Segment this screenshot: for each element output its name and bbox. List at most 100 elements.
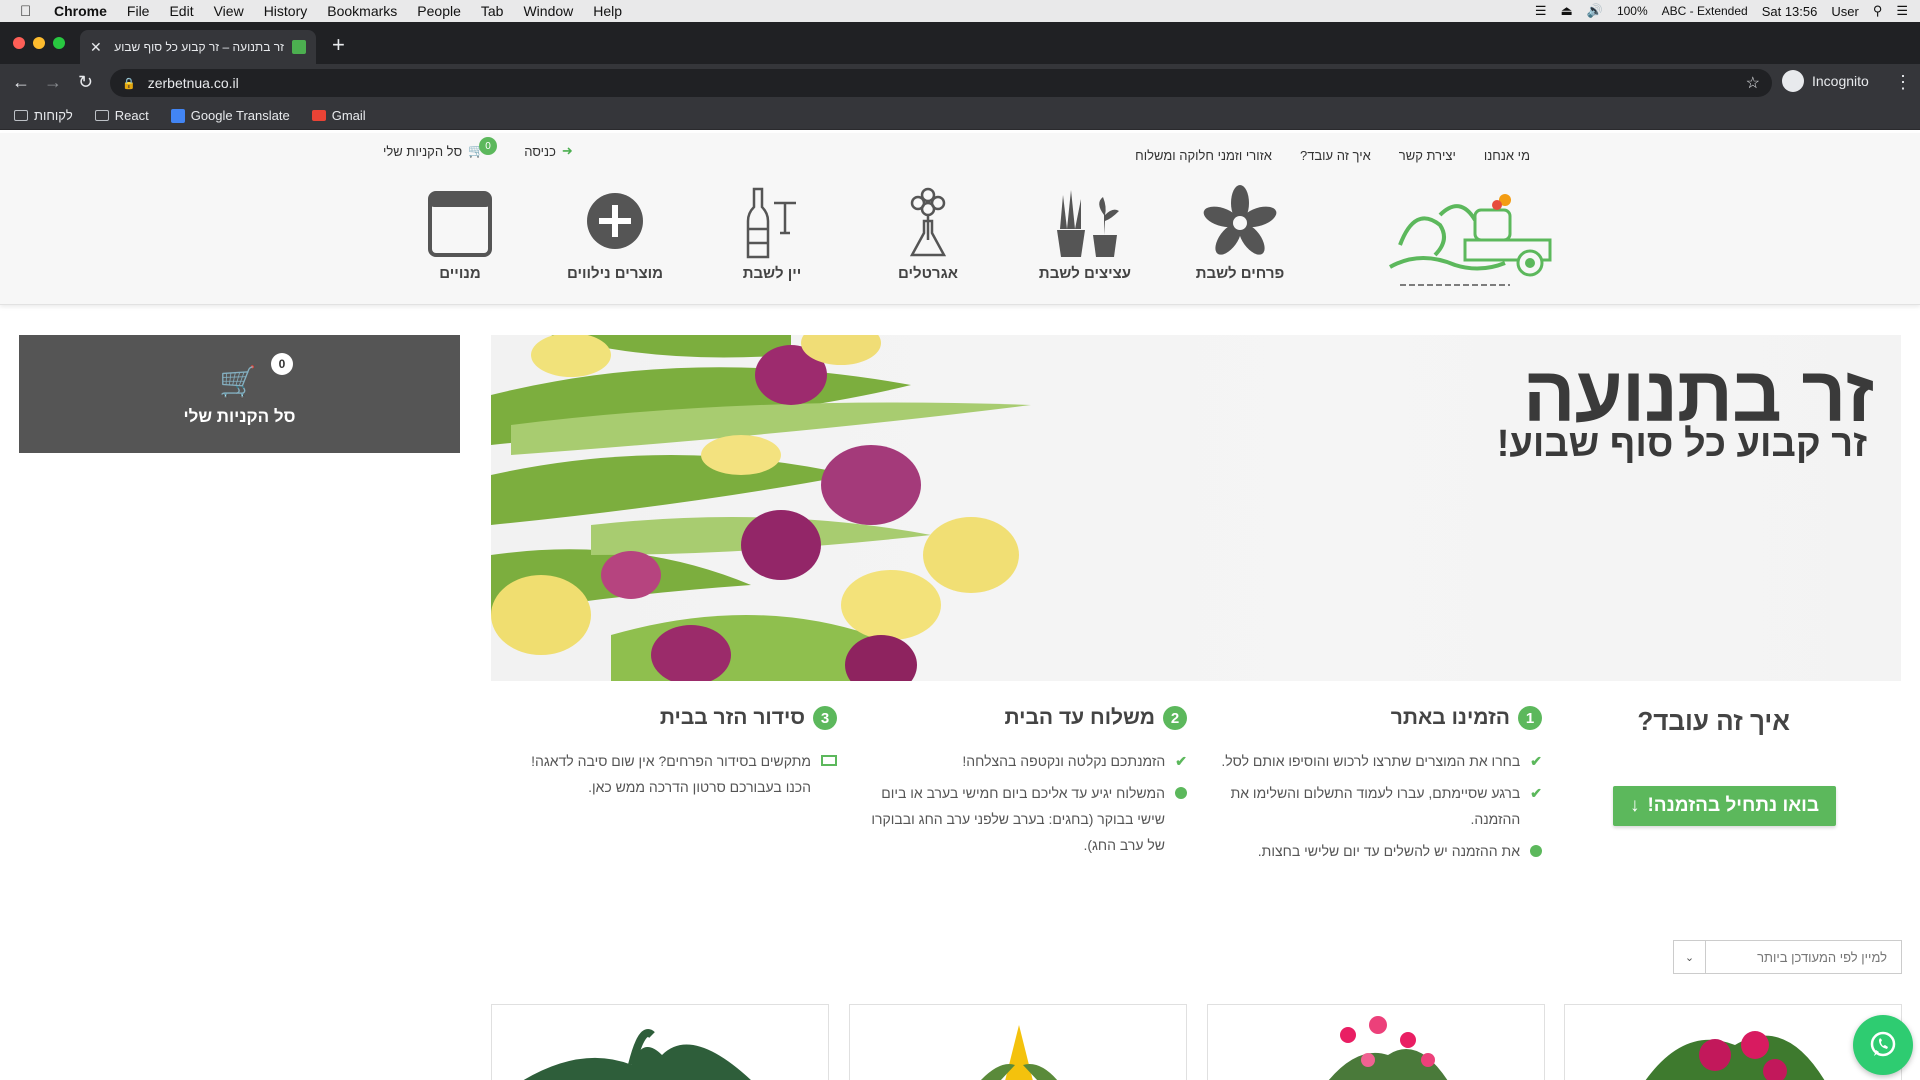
spotlight-icon[interactable]: ⚲ — [1873, 3, 1883, 19]
menu-file[interactable]: File — [127, 3, 150, 19]
product-card[interactable] — [491, 1004, 829, 1080]
tulips-image — [491, 335, 1031, 681]
input-source[interactable]: ABC - Extended — [1662, 4, 1748, 18]
menu-help[interactable]: Help — [593, 3, 622, 19]
new-tab-icon[interactable]: + — [332, 32, 345, 58]
hero-banner: זר בתנועה זר קבוע כל סוף שבוע! — [491, 335, 1901, 681]
category-plants[interactable]: עציצים לשבת — [1025, 185, 1145, 282]
step-3: 3 סידור הזר בבית מתקשים בסידור הפרחים? א… — [502, 706, 837, 806]
step-title: הזמינו באתר — [1390, 706, 1510, 729]
cart-widget[interactable]: 🛒 0 סל הקניות שלי — [19, 335, 460, 453]
login-link[interactable]: כניסה ➜ — [524, 143, 573, 159]
step-1: 1 הזמינו באתר ✔ בחרו את המוצרים שתרצו לרכ… — [1212, 706, 1542, 870]
menu-window[interactable]: Window — [523, 3, 573, 19]
battery-percent[interactable]: 100% — [1617, 4, 1648, 18]
category-wine[interactable]: יין לשבת — [712, 185, 832, 282]
step-number: 2 — [1163, 706, 1187, 730]
product-card[interactable] — [1564, 1004, 1902, 1080]
calendar-icon — [428, 191, 492, 257]
close-window-button[interactable] — [13, 37, 25, 49]
cart-icon: 🛒 — [219, 366, 257, 399]
product-card[interactable] — [849, 1004, 1187, 1080]
incognito-indicator[interactable]: Incognito — [1782, 70, 1869, 92]
clock-icon — [1530, 845, 1542, 857]
url-text[interactable]: zerbetnua.co.il — [148, 75, 239, 91]
menu-history[interactable]: History — [264, 3, 308, 19]
user-name[interactable]: User — [1831, 4, 1858, 19]
step-title: סידור הזר בבית — [659, 706, 805, 729]
site-logo[interactable] — [1380, 185, 1560, 295]
top-navigation: מי אנחנו יצירת קשר איך זה עובד? אזורי וז… — [1135, 148, 1530, 163]
browser-toolbar: ← → ↻ 🔒 zerbetnua.co.il ☆ Incognito ⋮ — [0, 64, 1920, 102]
menu-app-name[interactable]: Chrome — [54, 3, 107, 19]
bookmark-label: Gmail — [331, 108, 366, 123]
step-title: משלוח עד הבית — [1004, 706, 1156, 729]
control-center-icon[interactable]: ☰ — [1896, 3, 1908, 19]
category-vases[interactable]: אגרטלים — [868, 185, 988, 282]
flower-icon — [1203, 185, 1277, 255]
nav-how-it-works[interactable]: איך זה עובד? — [1300, 148, 1371, 163]
clock[interactable]: Sat 13:56 — [1762, 4, 1818, 19]
login-label: כניסה — [524, 143, 556, 159]
step-number: 3 — [813, 706, 837, 730]
category-label: יין לשבת — [742, 265, 802, 282]
forward-icon[interactable]: → — [44, 72, 62, 93]
site-header: מי אנחנו יצירת קשר איך זה עובד? אזורי וז… — [0, 133, 1920, 305]
wifi-icon[interactable]: ☰ — [1535, 3, 1547, 19]
menu-view[interactable]: View — [214, 3, 244, 19]
reload-icon[interactable]: ↻ — [78, 72, 93, 93]
gmail-icon — [311, 110, 326, 121]
minimize-window-button[interactable] — [33, 37, 45, 49]
sort-select[interactable]: למיין לפי המעודכן ביותר ⌄ — [1673, 940, 1902, 974]
start-order-button[interactable]: בואו נתחיל בהזמנה! ↓ — [1613, 786, 1836, 826]
chrome-menu-icon[interactable]: ⋮ — [1894, 72, 1912, 93]
cart-count-badge: 0 — [271, 353, 293, 375]
header-cart-link[interactable]: סל הקניות שלי 🛒 0 — [383, 137, 497, 159]
tab-close-icon[interactable]: ✕ — [90, 39, 102, 56]
sort-select-value: למיין לפי המעודכן ביותר — [1757, 949, 1887, 965]
back-icon[interactable]: ← — [12, 72, 30, 93]
bookmark-google-translate[interactable]: Google Translate — [170, 108, 290, 123]
step-item: את ההזמנה יש להשלים עד יום שלישי בחצות. — [1212, 838, 1542, 864]
product-card[interactable] — [1207, 1004, 1545, 1080]
bookmark-gmail[interactable]: Gmail — [311, 108, 366, 123]
translate-icon — [170, 108, 185, 123]
eject-icon[interactable]: ⏏ — [1560, 3, 1572, 19]
check-icon: ✔ — [1175, 753, 1187, 769]
potted-plants-icon — [1057, 190, 1119, 257]
category-label: עציצים לשבת — [1038, 265, 1132, 282]
step-2: 2 משלוח עד הבית ✔ הזמנתכם נקלטה ונקטפה בה… — [862, 706, 1187, 864]
menu-edit[interactable]: Edit — [169, 3, 193, 19]
menu-people[interactable]: People — [417, 3, 461, 19]
nav-delivery-areas[interactable]: אזורי וזמני חלוקה ומשלוח — [1135, 148, 1272, 163]
step-number: 1 — [1518, 706, 1542, 730]
nav-about[interactable]: מי אנחנו — [1484, 148, 1530, 163]
bookmark-clients[interactable]: לקוחות — [14, 108, 73, 123]
category-label: מוצרים נילווים — [566, 265, 664, 282]
whatsapp-button[interactable] — [1853, 1015, 1913, 1075]
category-flowers[interactable]: פרחים לשבת — [1180, 185, 1300, 282]
bookmark-label: React — [114, 108, 149, 123]
volume-icon[interactable]: 🔊 — [1587, 3, 1603, 19]
maximize-window-button[interactable] — [53, 37, 65, 49]
tab-title: זר בתנועה – זר קבוע כל סוף שבוע — [114, 40, 284, 54]
bookmark-star-icon[interactable]: ☆ — [1746, 73, 1760, 93]
nav-contact[interactable]: יצירת קשר — [1399, 148, 1456, 163]
header-user-links: סל הקניות שלי 🛒 0 כניסה ➜ — [383, 137, 573, 159]
address-bar[interactable]: 🔒 zerbetnua.co.il ☆ — [110, 69, 1772, 97]
menu-tab[interactable]: Tab — [481, 3, 504, 19]
start-order-label: בואו נתחיל בהזמנה! — [1647, 795, 1820, 816]
bookmark-react[interactable]: React — [94, 108, 149, 123]
browser-tab[interactable]: זר בתנועה – זר קבוע כל סוף שבוע ✕ — [80, 30, 316, 64]
apple-icon[interactable]:  — [20, 3, 40, 20]
bookmark-label: Google Translate — [190, 108, 290, 123]
menu-bookmarks[interactable]: Bookmarks — [327, 3, 397, 19]
category-accessories[interactable]: מוצרים נילווים — [555, 185, 675, 282]
bookmark-label: לקוחות — [34, 108, 73, 123]
header-cart-count: 0 — [479, 137, 497, 155]
step-item-text: הזמנתכם נקלטה ונקטפה בהצלחה! — [962, 753, 1166, 769]
product-image — [1328, 1016, 1448, 1080]
category-subscriptions[interactable]: מנויים — [400, 185, 520, 282]
macos-menu-bar:  Chrome File Edit View History Bookmark… — [0, 0, 1920, 22]
lock-icon[interactable]: 🔒 — [122, 77, 136, 90]
